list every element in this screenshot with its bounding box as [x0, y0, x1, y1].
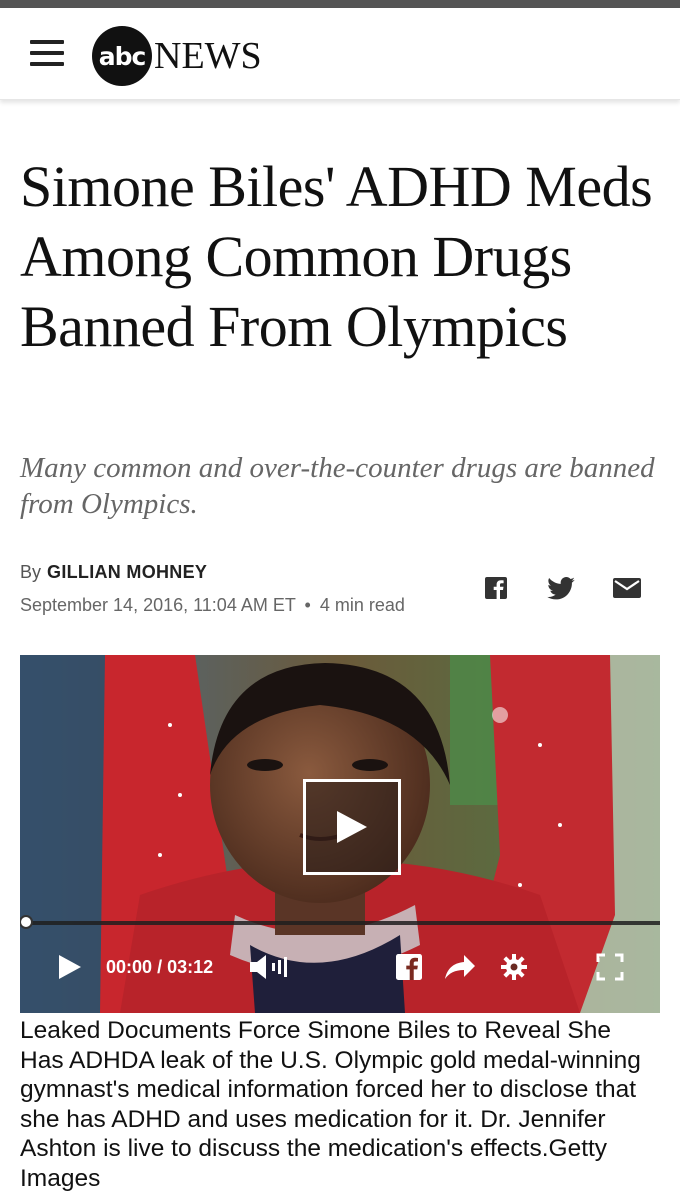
publish-date: September 14, 2016, 11:04 AM ET: [20, 595, 296, 615]
facebook-icon[interactable]: [396, 945, 422, 989]
share-arrow-icon[interactable]: [444, 945, 476, 989]
video-progress-bar[interactable]: [20, 921, 660, 925]
play-video-button[interactable]: [303, 779, 401, 875]
time-separator: /: [157, 957, 163, 977]
status-strip: [0, 0, 680, 8]
video-controls: 00:00 / 03:12: [20, 945, 660, 989]
volume-icon[interactable]: [248, 945, 292, 989]
article-headline: Simone Biles' ADHD Meds Among Common Dru…: [20, 154, 653, 359]
separator-dot: •: [304, 595, 311, 615]
time-current: 00:00: [106, 957, 153, 977]
video-caption: Leaked Documents Force Simone Biles to R…: [20, 1017, 641, 1192]
site-header: abc NEWS: [0, 8, 680, 100]
mail-icon[interactable]: [612, 574, 642, 602]
time-total: 03:12: [167, 957, 214, 977]
by-label: By: [20, 562, 42, 582]
abc-logo-circle: abc: [92, 26, 152, 86]
dateline: September 14, 2016, 11:04 AM ET • 4 min …: [20, 595, 405, 616]
fullscreen-icon[interactable]: [596, 945, 624, 989]
abc-news-logo[interactable]: abc NEWS: [92, 26, 262, 86]
author-link[interactable]: GILLIAN MOHNEY: [47, 562, 207, 582]
play-icon[interactable]: [58, 945, 82, 989]
video-time: 00:00 / 03:12: [106, 957, 213, 978]
article-subheadline: Many common and over-the-counter drugs a…: [20, 452, 655, 520]
facebook-icon[interactable]: [484, 574, 508, 602]
twitter-icon[interactable]: [546, 574, 576, 602]
news-wordmark: NEWS: [154, 35, 262, 77]
byline: By GILLIAN MOHNEY: [20, 562, 207, 583]
gear-icon[interactable]: [500, 945, 528, 989]
hamburger-menu-icon[interactable]: [30, 40, 66, 68]
read-time: 4 min read: [319, 595, 405, 615]
video-player[interactable]: 00:00 / 03:12: [20, 655, 660, 1013]
